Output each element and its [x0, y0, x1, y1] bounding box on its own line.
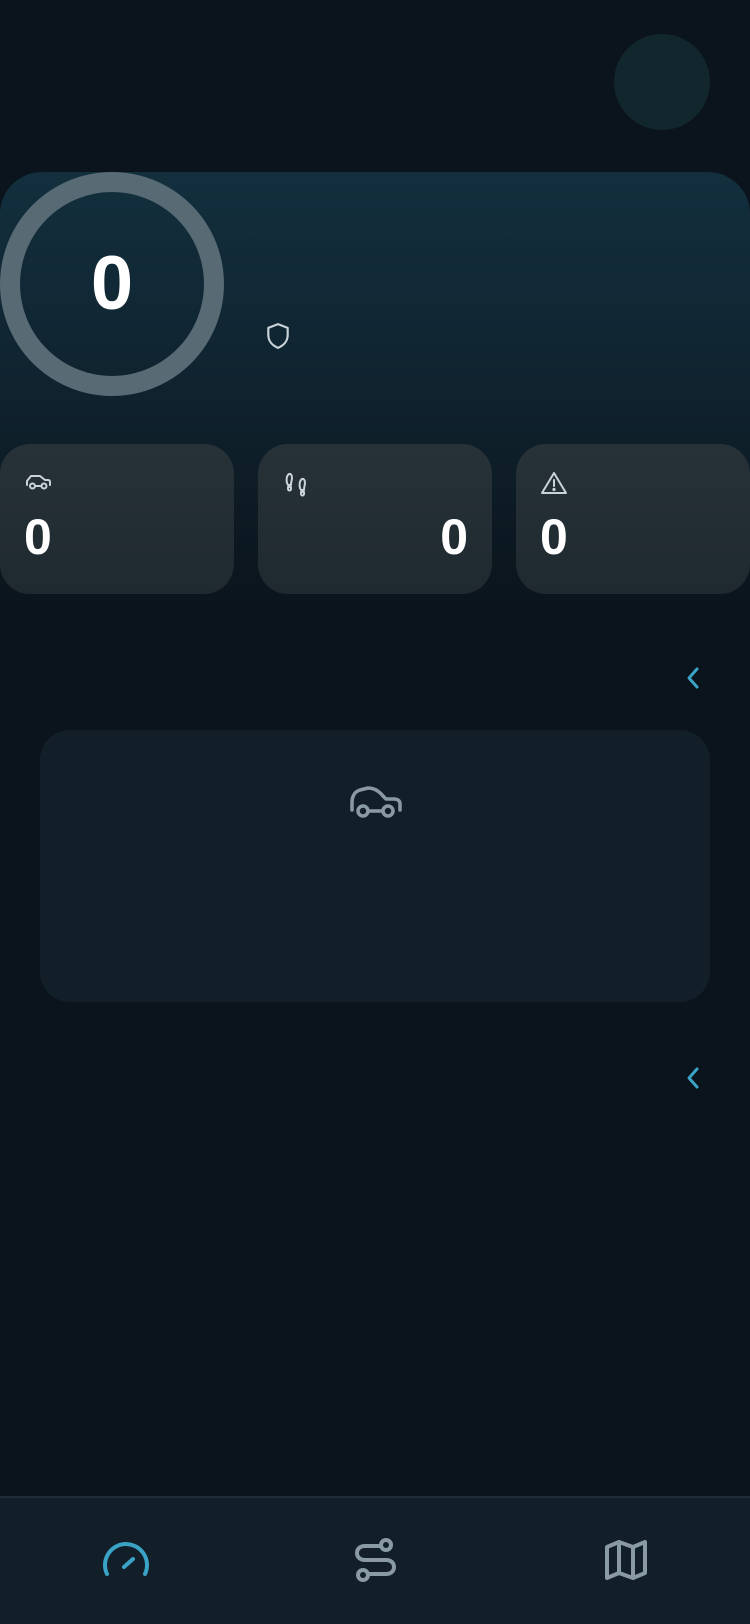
nav-dashboard[interactable] — [94, 1528, 158, 1592]
stat-card-steps[interactable]: 0 — [258, 444, 492, 594]
route-icon — [355, 1538, 396, 1582]
chevron-left-icon[interactable] — [684, 1064, 704, 1092]
footprints-icon — [285, 472, 306, 497]
car-icon — [350, 786, 402, 818]
avatar[interactable] — [614, 34, 710, 130]
trips-panel — [40, 730, 710, 1002]
warning-icon — [541, 472, 567, 494]
nav-map[interactable] — [594, 1528, 658, 1592]
map-icon — [605, 1540, 647, 1580]
stat-card-alerts[interactable]: 0 — [516, 444, 750, 594]
steps-count: 0 — [440, 509, 468, 565]
speedometer-icon — [103, 1542, 149, 1576]
bottom-nav — [0, 1496, 750, 1624]
nav-routes[interactable] — [344, 1528, 408, 1592]
shield-icon — [267, 323, 289, 349]
stat-card-trips[interactable]: 0 — [0, 444, 234, 594]
safety-score-ring: 0 — [0, 172, 224, 396]
safety-score-value: 0 — [90, 241, 134, 326]
trips-count: 0 — [24, 509, 52, 565]
chevron-left-icon[interactable] — [684, 664, 704, 692]
alerts-count: 0 — [540, 509, 568, 565]
car-icon — [26, 475, 51, 490]
